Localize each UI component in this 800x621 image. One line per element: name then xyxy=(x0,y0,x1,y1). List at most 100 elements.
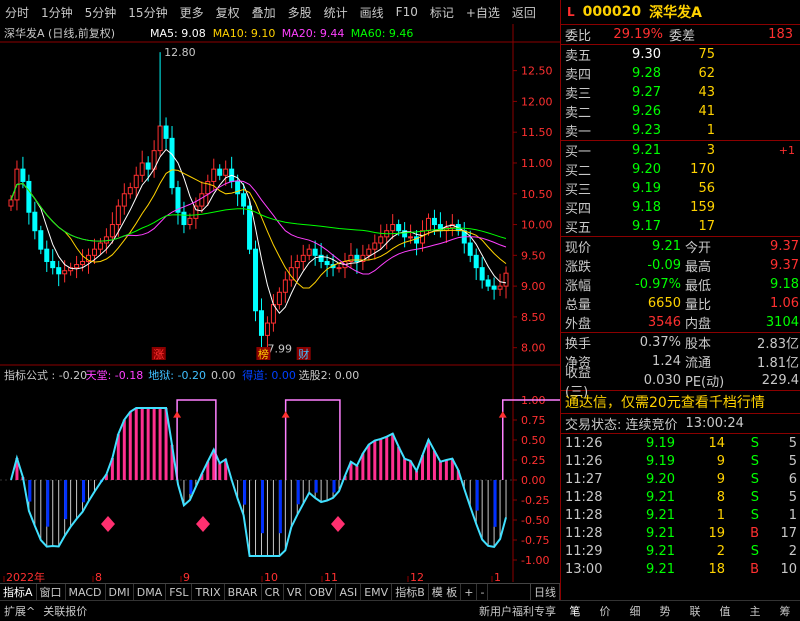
indicator-tab[interactable]: DMI xyxy=(106,584,134,601)
status-promo[interactable]: 新用户福利专享 xyxy=(475,603,560,619)
toolbar-item[interactable]: F10 xyxy=(391,5,423,19)
ask-price: 9.26 xyxy=(632,104,661,119)
y-tick-label: 11.50 xyxy=(521,126,553,139)
indicator-tab[interactable]: EMV xyxy=(361,584,393,601)
toolbar-item[interactable]: 分时 xyxy=(0,4,34,21)
ask-price: 9.23 xyxy=(632,123,661,138)
candle-body xyxy=(127,187,133,195)
promo-row[interactable]: 通达信，仅需20元查看千档行情 xyxy=(561,391,800,413)
candle-body xyxy=(372,242,378,250)
tick-volume: 9 xyxy=(716,453,725,469)
status-expand[interactable]: 扩展^ xyxy=(0,603,39,619)
toolbar-item[interactable]: 叠加 xyxy=(247,4,281,21)
stat-label: 最低 xyxy=(685,279,712,294)
toolbar-item[interactable]: 5分钟 xyxy=(80,4,122,21)
high-annotation: 12.80 xyxy=(164,46,196,59)
tick-price: 9.21 xyxy=(646,543,675,559)
stat-label: 股本 xyxy=(685,337,712,352)
toolbar-item[interactable]: 复权 xyxy=(211,4,245,21)
period-label[interactable]: 日线 xyxy=(530,584,560,601)
quote-tab[interactable]: 细 xyxy=(626,603,645,619)
stat-label: 外盘 xyxy=(565,317,592,332)
status-related-quote[interactable]: 关联报价 xyxy=(39,603,91,619)
candle-body xyxy=(366,248,372,256)
chart-area[interactable]: 深华发A (日线,前复权) MA5: 9.08 MA10: 9.10 MA20: 9.… xyxy=(0,24,636,594)
ask-volume: 41 xyxy=(698,104,715,119)
candle-body xyxy=(44,248,50,262)
quote-tab[interactable]: 联 xyxy=(686,603,705,619)
indicator-tab[interactable]: - xyxy=(477,584,489,601)
candle-body xyxy=(145,162,151,170)
tick-side: S xyxy=(750,453,759,469)
indicator-tab[interactable]: + xyxy=(461,584,478,601)
event-tag-label: 涨 xyxy=(153,348,164,361)
indicator-tab[interactable]: 指标A xyxy=(0,584,37,601)
indicator-tab[interactable]: 指标B xyxy=(392,584,429,601)
toolbar-item[interactable]: 统计 xyxy=(319,4,353,21)
stat-label: 涨幅 xyxy=(565,279,592,294)
ask-row: 卖三 9.27 43 xyxy=(561,83,800,102)
indicator-tab[interactable]: ASI xyxy=(336,584,362,601)
indicator-tab[interactable]: BRAR xyxy=(225,584,262,601)
stat-value: 1.81亿 xyxy=(757,356,799,371)
tick-count: 5 xyxy=(788,435,797,451)
tick-side: B xyxy=(750,561,759,577)
quote-tab[interactable]: 主 xyxy=(746,603,765,619)
quote-tab[interactable]: 筹 xyxy=(776,603,795,619)
toolbar-item[interactable]: +自选 xyxy=(461,4,505,21)
candle-body xyxy=(139,162,145,176)
tick-count: 17 xyxy=(780,525,797,541)
toolbar-item[interactable]: 画线 xyxy=(355,4,389,21)
event-tag-label: 财 xyxy=(298,347,309,361)
candle-body xyxy=(74,264,80,269)
indicator-tab[interactable]: VR xyxy=(284,584,307,601)
indicator-tab[interactable]: OBV xyxy=(306,584,337,601)
candle-body xyxy=(324,260,330,266)
indicator-tab[interactable]: CR xyxy=(262,584,284,601)
bid-volume: 3 xyxy=(706,143,715,158)
indicator-tab[interactable]: DMA xyxy=(134,584,167,601)
stat-label: 内盘 xyxy=(685,317,712,332)
ask-price: 9.28 xyxy=(632,66,661,81)
indicator-tab[interactable]: 模 板 xyxy=(429,584,462,601)
tick-price: 9.21 xyxy=(646,525,675,541)
quote-tab[interactable]: 值 xyxy=(716,603,735,619)
quote-tab[interactable]: 笔 xyxy=(566,603,585,619)
toolbar-item[interactable]: 1分钟 xyxy=(36,4,78,21)
toolbar-item[interactable]: 多股 xyxy=(283,4,317,21)
stat-row: 换手 0.37% 股本 2.83亿 xyxy=(561,333,800,352)
candle-body xyxy=(247,205,253,250)
tick-row: 11:28 9.21 8 S 5 xyxy=(561,488,800,506)
quote-tab[interactable]: 价 xyxy=(596,603,615,619)
candle-body xyxy=(282,279,288,293)
ask-row: 卖四 9.28 62 xyxy=(561,64,800,83)
tick-time: 11:26 xyxy=(565,435,603,451)
candle-body xyxy=(467,242,473,256)
indicator-tab[interactable]: MACD xyxy=(66,584,106,601)
tick-list: 11:26 9.19 14 S 5 11:26 9.19 9 S 5 11:27 9.20 9 S 6 11:… xyxy=(561,434,800,578)
tick-time: 11:28 xyxy=(565,507,603,523)
candle-body xyxy=(473,254,479,269)
toolbar-item[interactable]: 标记 xyxy=(425,4,459,21)
stat-row: 涨幅 -0.97% 最低 9.18 xyxy=(561,275,800,294)
toolbar-item[interactable]: 更多 xyxy=(175,4,209,21)
toolbar-item[interactable]: 15分钟 xyxy=(123,4,172,21)
indicator-legend-label: 地狱: -0.20 xyxy=(148,369,206,382)
quote-tab[interactable]: 势 xyxy=(656,603,675,619)
ma-legend-label: MA10: 9.10 xyxy=(213,27,276,40)
candle-body xyxy=(187,217,193,226)
promo-text[interactable]: 通达信，仅需20元查看千档行情 xyxy=(561,392,765,412)
tick-price: 9.21 xyxy=(646,507,675,523)
y-tick-label: 12.00 xyxy=(521,95,553,108)
ask-volume: 1 xyxy=(706,123,715,138)
candle-body xyxy=(80,260,86,266)
indicator-tab[interactable]: 窗口 xyxy=(37,584,66,601)
candle-body xyxy=(115,205,121,226)
candle-body xyxy=(425,217,431,232)
chart-canvas[interactable]: 深华发A (日线,前复权) MA5: 9.08 MA10: 9.10 MA20: 9.… xyxy=(0,24,636,584)
y-tick-label: 10.00 xyxy=(521,219,553,232)
indicator-tab[interactable]: TRIX xyxy=(192,584,225,601)
indicator-tab[interactable]: FSL xyxy=(166,584,193,601)
toolbar-item[interactable]: 返回 xyxy=(507,4,541,21)
tick-time: 11:28 xyxy=(565,489,603,505)
